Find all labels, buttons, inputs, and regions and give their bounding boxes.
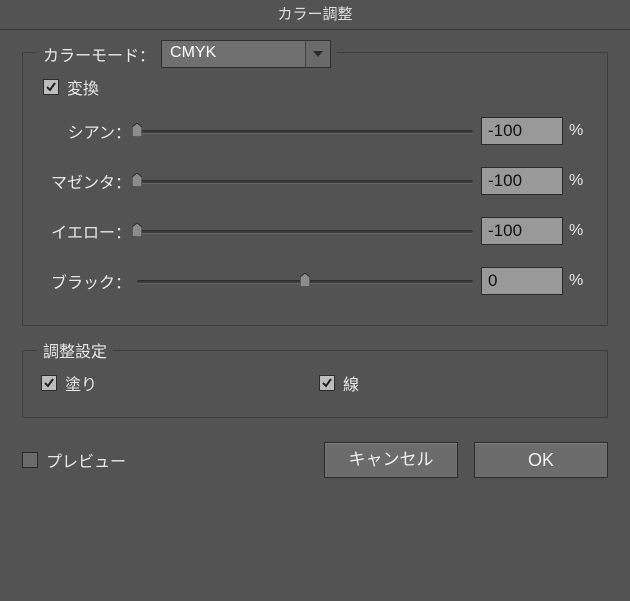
adjust-settings-group: 調整設定 塗り 線 xyxy=(22,350,608,418)
preview-row: プレビュー xyxy=(22,448,308,472)
convert-checkbox[interactable] xyxy=(43,79,59,95)
adjust-settings-legend: 調整設定 xyxy=(37,338,113,362)
magenta-unit: % xyxy=(563,172,589,190)
black-unit: % xyxy=(563,272,589,290)
color-mode-value: CMYK xyxy=(162,41,306,67)
fill-checkbox[interactable] xyxy=(41,375,57,391)
slider-handle-icon xyxy=(132,223,142,237)
chevron-down-icon xyxy=(306,41,330,67)
magenta-value-input[interactable]: -100 xyxy=(481,167,563,195)
cyan-slider[interactable] xyxy=(137,122,473,140)
color-mode-legend: カラーモード： CMYK xyxy=(37,40,337,68)
stroke-checkbox[interactable] xyxy=(319,375,335,391)
dialog-content: カラーモード： CMYK 変換 シアン： -100 xyxy=(0,30,630,418)
slider-handle-icon xyxy=(132,173,142,187)
color-mode-group: カラーモード： CMYK 変換 シアン： -100 xyxy=(22,52,608,326)
stroke-row: 線 xyxy=(319,371,589,395)
black-label: ブラック： xyxy=(41,269,133,293)
cyan-value-input[interactable]: -100 xyxy=(481,117,563,145)
yellow-label: イエロー： xyxy=(41,219,133,243)
cyan-row: シアン： -100 % xyxy=(41,117,589,145)
black-row: ブラック： 0 % xyxy=(41,267,589,295)
color-mode-label: カラーモード： xyxy=(43,42,155,66)
stroke-label: 線 xyxy=(343,371,359,395)
adjust-settings-label: 調整設定 xyxy=(43,338,107,362)
yellow-slider[interactable] xyxy=(137,222,473,240)
magenta-row: マゼンタ： -100 % xyxy=(41,167,589,195)
cyan-unit: % xyxy=(563,122,589,140)
preview-label: プレビュー xyxy=(46,448,126,472)
magenta-slider[interactable] xyxy=(137,172,473,190)
fill-row: 塗り xyxy=(41,371,311,395)
fill-label: 塗り xyxy=(65,371,97,395)
slider-handle-icon xyxy=(300,273,310,287)
convert-label: 変換 xyxy=(67,75,99,99)
ok-button[interactable]: OK xyxy=(474,442,608,478)
black-value-input[interactable]: 0 xyxy=(481,267,563,295)
slider-handle-icon xyxy=(132,123,142,137)
preview-checkbox[interactable] xyxy=(22,452,38,468)
magenta-label: マゼンタ： xyxy=(41,169,133,193)
color-mode-select[interactable]: CMYK xyxy=(161,40,331,68)
cancel-button[interactable]: キャンセル xyxy=(324,442,458,478)
black-slider[interactable] xyxy=(137,272,473,290)
yellow-unit: % xyxy=(563,222,589,240)
yellow-value-input[interactable]: -100 xyxy=(481,217,563,245)
convert-row: 変換 xyxy=(43,75,589,99)
dialog-title: カラー調整 xyxy=(0,0,630,30)
cyan-label: シアン： xyxy=(41,119,133,143)
dialog-bottom-row: プレビュー キャンセル OK xyxy=(0,442,630,478)
yellow-row: イエロー： -100 % xyxy=(41,217,589,245)
